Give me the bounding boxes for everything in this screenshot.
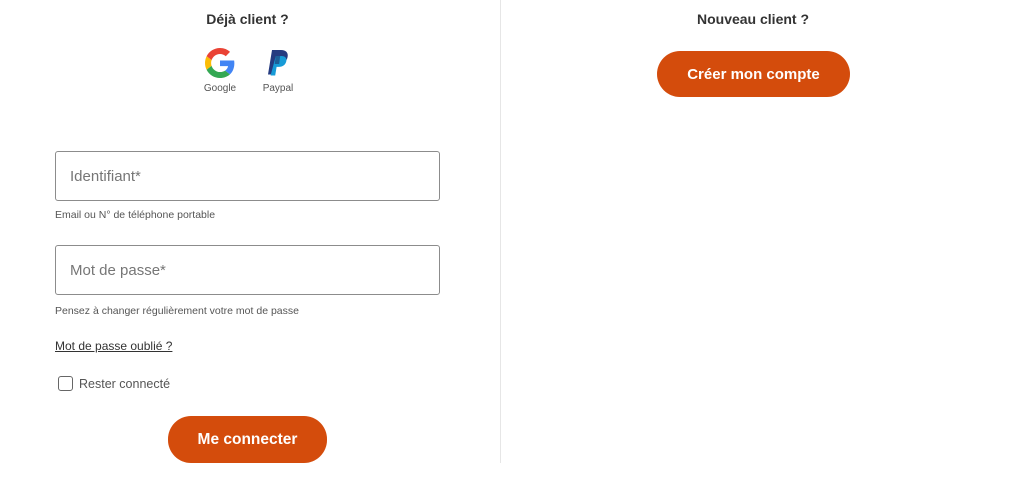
remember-me-option[interactable]: Rester connecté xyxy=(58,376,170,391)
column-divider xyxy=(500,0,501,463)
password-hint: Pensez à changer régulièrement votre mot… xyxy=(55,305,299,317)
identifier-field xyxy=(55,151,440,201)
paypal-icon xyxy=(268,50,288,76)
identifier-hint: Email ou N° de téléphone portable xyxy=(55,209,216,221)
new-client-title: Nouveau client ? xyxy=(696,11,810,27)
remember-me-checkbox[interactable] xyxy=(58,376,73,391)
create-account-button[interactable]: Créer mon compte xyxy=(657,51,850,97)
google-label: Google xyxy=(203,83,237,94)
google-login-button[interactable]: Google xyxy=(195,48,245,94)
identifier-input[interactable] xyxy=(56,152,439,200)
password-field xyxy=(55,245,440,295)
login-button[interactable]: Me connecter xyxy=(168,416,327,463)
forgot-password-link[interactable]: Mot de passe oublié ? xyxy=(55,339,172,353)
paypal-label: Paypal xyxy=(262,83,294,94)
existing-client-title: Déjà client ? xyxy=(206,11,289,27)
remember-me-label: Rester connecté xyxy=(79,376,171,391)
paypal-login-button[interactable]: Paypal xyxy=(253,48,303,94)
password-input[interactable] xyxy=(56,246,439,294)
google-icon xyxy=(205,48,235,78)
login-page: Déjà client ? Google Paypal Email ou N° … xyxy=(0,0,1024,480)
